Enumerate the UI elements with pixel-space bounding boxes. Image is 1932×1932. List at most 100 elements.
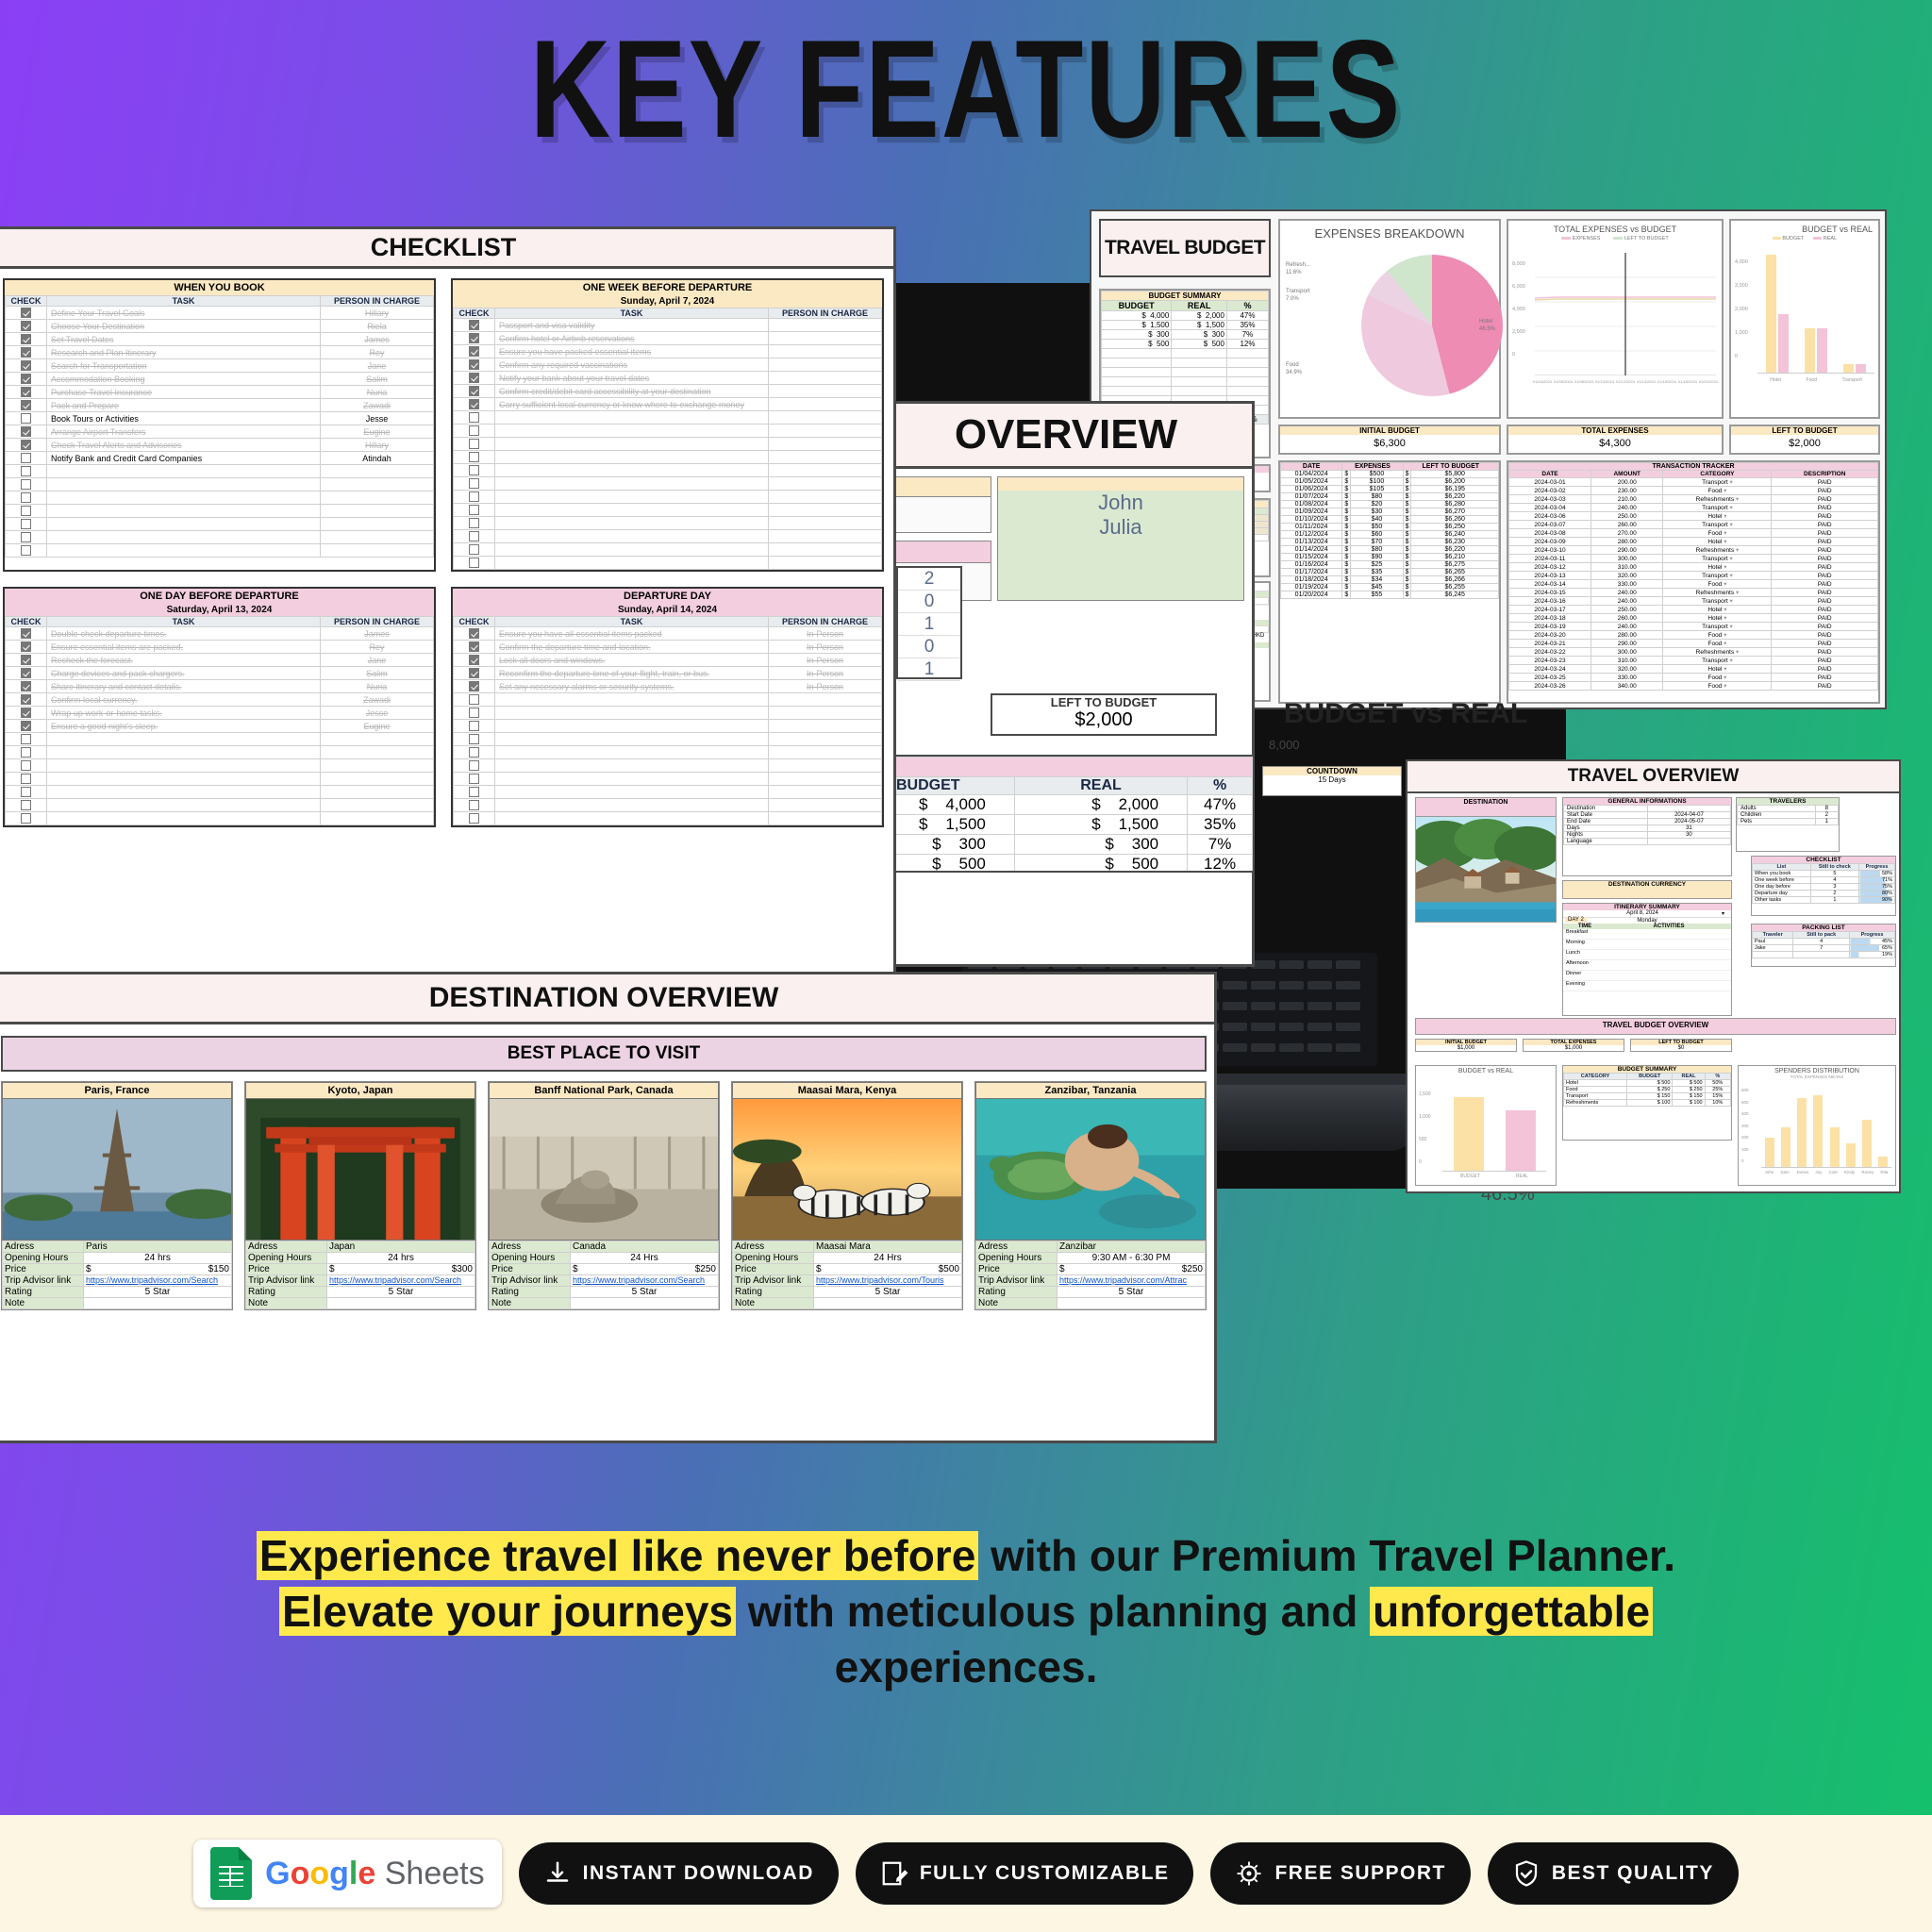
destination-card[interactable]: Banff National Park, Canada Adress Canada O… [488, 1081, 720, 1310]
expenses-breakdown-chart[interactable]: EXPENSES BREAKDOWN Refresh... 11.6% Trans… [1278, 219, 1503, 419]
checklist-row[interactable]: Arrange Airport Transfers Eugine [5, 425, 434, 439]
checklist-row[interactable] [453, 556, 882, 570]
checkbox[interactable] [21, 774, 31, 785]
checklist-section[interactable]: DEPARTURE DAY Sunday, April 14, 2024 CHECK… [451, 587, 884, 827]
checkbox[interactable] [469, 505, 479, 516]
checkbox[interactable] [21, 453, 31, 464]
checkbox[interactable] [21, 747, 31, 758]
checklist-row[interactable] [453, 476, 882, 491]
checklist-row[interactable]: Purchase Travel Insurance Nuria [5, 385, 434, 399]
checklist-row[interactable] [453, 719, 882, 733]
checkbox[interactable] [469, 531, 479, 542]
checkbox[interactable] [21, 321, 31, 332]
budget-vs-real-chart[interactable]: BUDGET vs REAL BUDGET REAL 4,000 3,000 2,0… [1729, 219, 1880, 419]
travelers-panel[interactable]: TRAVELERS Adults 8 Children 2 Pets 1 [1736, 797, 1840, 852]
checkbox[interactable] [469, 721, 479, 732]
checkbox[interactable] [469, 399, 479, 410]
checkbox[interactable] [21, 400, 31, 411]
mini-budget-vs-real-chart[interactable]: BUDGET vs REAL 1,500 1,000 500 0 BUDGET REA… [1415, 1065, 1557, 1186]
checkbox[interactable] [21, 360, 31, 372]
checkbox[interactable] [469, 774, 479, 785]
checklist-row[interactable]: Charge devices and pack chargers. Salim [5, 666, 434, 680]
checkbox[interactable] [21, 628, 31, 640]
checkbox[interactable] [21, 708, 31, 719]
checklist-row[interactable] [5, 798, 434, 812]
checklist-row[interactable] [453, 785, 882, 799]
checkbox[interactable] [21, 426, 31, 438]
checklist-row[interactable]: Ensure you have packed essential items [453, 344, 882, 358]
checklist-row[interactable] [453, 490, 882, 504]
checklist-section[interactable]: ONE WEEK BEFORE DEPARTURE Sunday, April 7… [451, 278, 884, 572]
tripadvisor-link[interactable]: https://www.tripadvisor.com/Search [86, 1275, 218, 1285]
checkbox[interactable] [469, 320, 479, 331]
checkbox[interactable] [469, 491, 479, 503]
destination-card[interactable]: Paris, France Adress Paris Opening Hours 24 … [1, 1081, 233, 1310]
checklist-row[interactable]: Ensure essential items are packed. Rey [5, 640, 434, 654]
checkbox[interactable] [21, 440, 31, 451]
checklist-row[interactable]: Ensure a good night's sleep. Eugine [5, 719, 434, 733]
checkbox[interactable] [469, 439, 479, 450]
checklist-row[interactable]: Recheck the forecast. Jane [5, 653, 434, 667]
tripadvisor-link[interactable]: https://www.tripadvisor.com/Search [573, 1275, 705, 1285]
checkbox[interactable] [469, 734, 479, 745]
checkbox[interactable] [21, 813, 31, 824]
checklist-row[interactable] [453, 732, 882, 746]
checkbox[interactable] [21, 479, 31, 491]
checkbox[interactable] [469, 694, 479, 706]
checklist-widget[interactable]: CHECKLIST List Still to check Progress W… [1751, 856, 1896, 916]
checkbox[interactable] [21, 492, 31, 504]
checklist-row[interactable] [5, 504, 434, 518]
checkbox[interactable] [469, 708, 479, 719]
checklist-row[interactable] [5, 530, 434, 544]
checklist-row[interactable]: Confirm credit/debit card accessibility … [453, 384, 882, 398]
checkbox[interactable] [469, 813, 479, 824]
checkbox[interactable] [21, 347, 31, 358]
checkbox[interactable] [469, 386, 479, 397]
packing-list-widget[interactable]: PACKING LIST Traveler Still to pack Prog… [1751, 924, 1896, 967]
checkbox[interactable] [21, 334, 31, 345]
checklist-row[interactable]: Lock all doors and windows. In-Person [453, 653, 882, 667]
travel-overview-sheet[interactable]: TRAVEL OVERVIEW DESTINATION GENERAL INFO [1406, 759, 1901, 1193]
overview-sheet[interactable]: OVERVIEW John Julia [877, 401, 1255, 967]
checklist-row[interactable] [453, 450, 882, 464]
checkbox[interactable] [469, 346, 479, 358]
checkbox[interactable] [469, 452, 479, 463]
checkbox[interactable] [21, 694, 31, 706]
checklist-row[interactable]: Confirm the departure time and location.… [453, 640, 882, 654]
checklist-row[interactable]: Accommodation Booking Salim [5, 372, 434, 386]
checkbox[interactable] [21, 506, 31, 517]
checkbox[interactable] [469, 478, 479, 490]
checklist-row[interactable] [5, 745, 434, 759]
checklist-row[interactable] [453, 529, 882, 543]
checkbox[interactable] [469, 544, 479, 556]
checkbox[interactable] [21, 532, 31, 543]
tripadvisor-link[interactable]: https://www.tripadvisor.com/Touris [816, 1275, 944, 1285]
checkbox[interactable] [21, 787, 31, 798]
checklist-row[interactable] [453, 410, 882, 425]
spenders-distribution-chart[interactable]: SPENDERS DISTRIBUTION TOTAL EXPENSES MEA… [1738, 1065, 1896, 1186]
checkbox[interactable] [469, 760, 479, 772]
checkbox[interactable] [21, 721, 31, 732]
checklist-sheet[interactable]: CHECKLIST WHEN YOU BOOK CHECK TASK PERSON I… [0, 226, 896, 991]
checklist-row[interactable] [453, 437, 882, 451]
checkbox[interactable] [469, 373, 479, 384]
checklist-row[interactable] [453, 424, 882, 438]
checklist-row[interactable] [5, 785, 434, 799]
checklist-row[interactable]: Ensure you have all essential items pack… [453, 626, 882, 641]
checklist-row[interactable] [5, 758, 434, 773]
destination-card[interactable]: Maasai Mara, Kenya Adress Maasai Mara Openi… [731, 1081, 963, 1310]
checklist-section[interactable]: WHEN YOU BOOK CHECK TASK PERSON IN CHARGE De… [3, 278, 436, 572]
checkbox[interactable] [469, 787, 479, 798]
checklist-row[interactable] [5, 732, 434, 746]
checklist-row[interactable]: Notify Bank and Credit Card Companies Ati… [5, 451, 434, 465]
checkbox[interactable] [21, 519, 31, 530]
checkbox[interactable] [21, 545, 31, 557]
checklist-row[interactable]: Search for Transportation Jane [5, 358, 434, 373]
checkbox[interactable] [469, 558, 479, 569]
checkbox[interactable] [469, 425, 479, 437]
checklist-row[interactable] [453, 772, 882, 786]
checkbox[interactable] [21, 681, 31, 692]
checklist-row[interactable]: Book Tours or Activities Jesse [5, 411, 434, 425]
checklist-row[interactable]: Confirm any required vaccinations [453, 358, 882, 372]
checkbox[interactable] [469, 359, 479, 371]
